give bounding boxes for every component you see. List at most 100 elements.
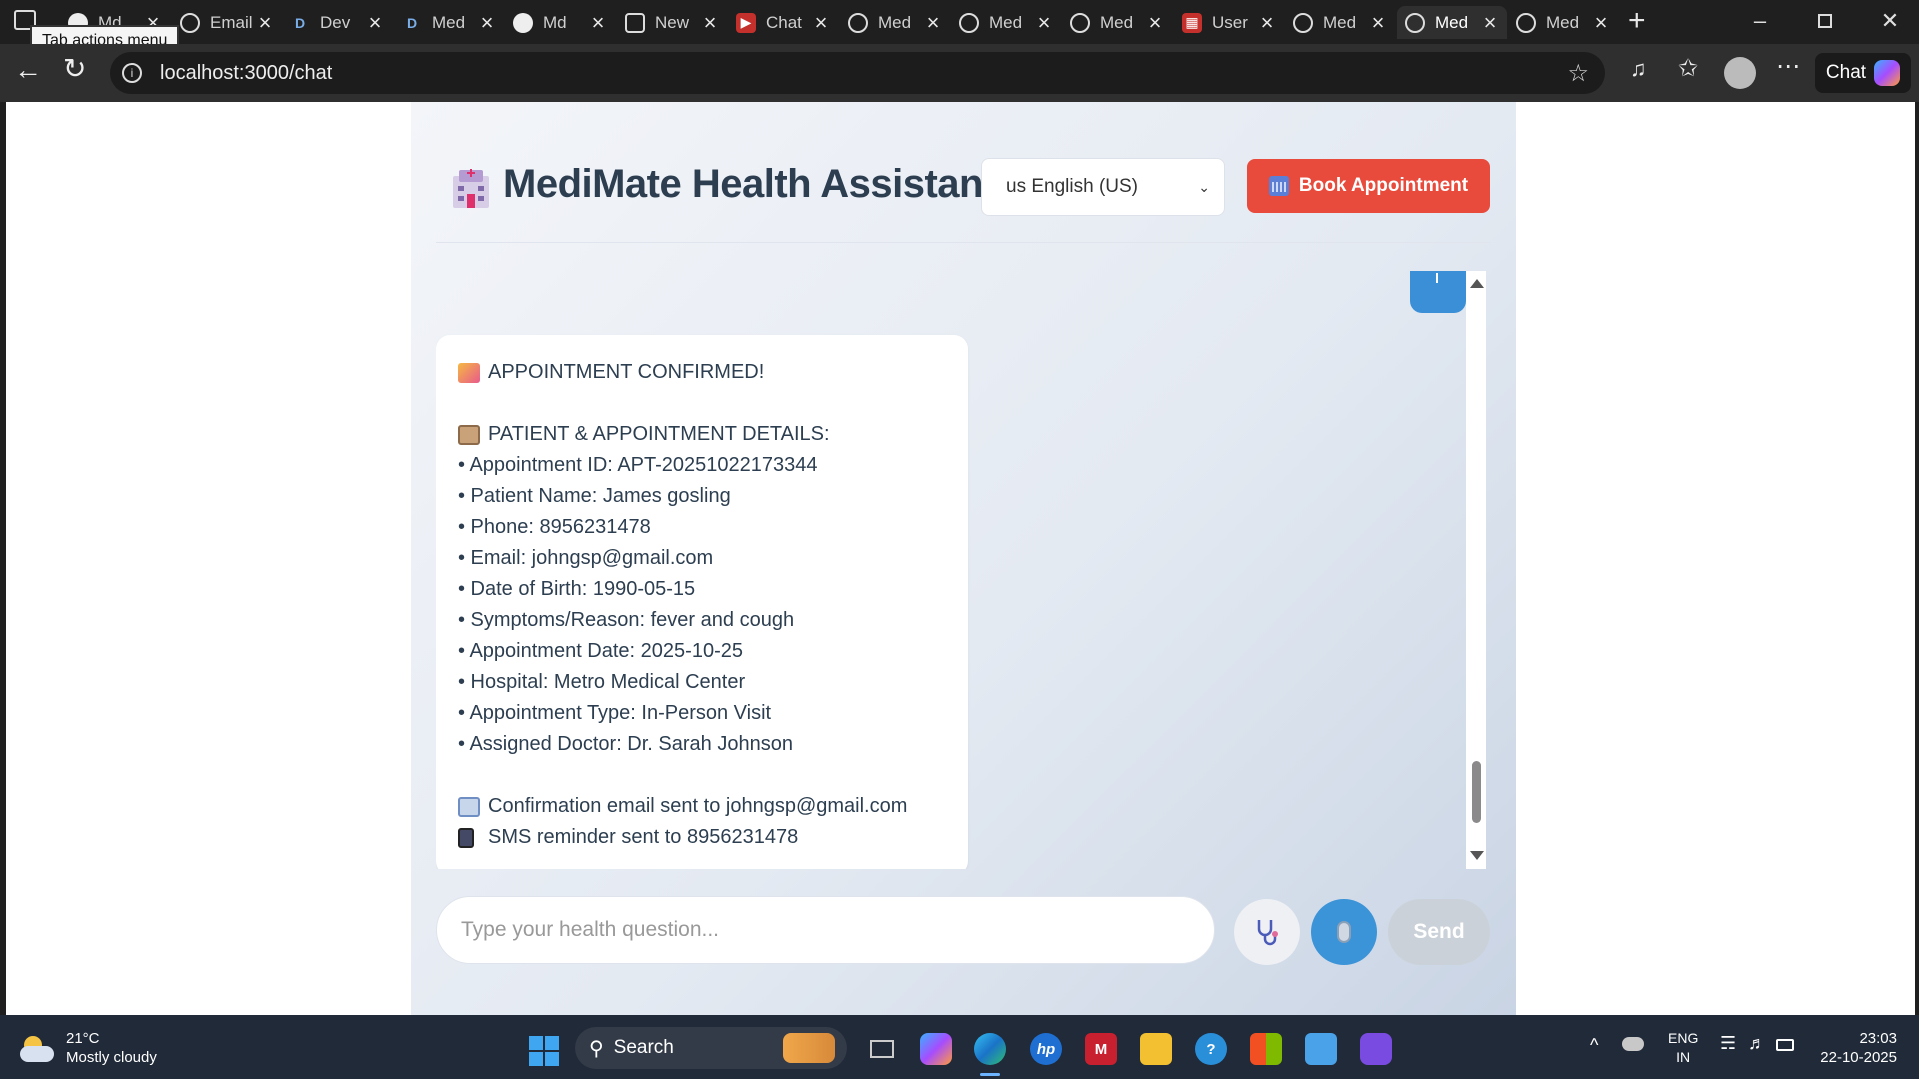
microphone-icon [1337,921,1351,943]
browser-tab[interactable]: D Dev × [282,6,392,39]
copilot-chat-button[interactable]: Chat [1815,53,1911,93]
browser-tab[interactable]: Med × [1062,6,1172,39]
chevron-up-icon[interactable]: ^ [1590,1035,1598,1056]
close-tab-icon[interactable]: × [1481,10,1499,36]
sms-note-line: SMS reminder sent to 8956231478 [458,822,946,853]
globe-icon [1293,12,1313,33]
scroll-up-arrow-icon[interactable] [1470,279,1484,288]
browser-tab[interactable]: Md × [505,6,615,39]
browser-tab[interactable]: D Med × [394,6,504,39]
navigation-bar: ← ↻ i localhost:3000/chat ☆ ♫ ✩ ⋯ Chat [0,44,1919,102]
youtube-icon: ▶ [736,12,756,33]
voice-input-button[interactable] [1311,899,1377,965]
site-info-icon[interactable]: i [122,63,142,83]
browser-tab[interactable]: Med × [1285,6,1395,39]
new-tab-button[interactable]: + [1628,4,1646,38]
url-text[interactable]: localhost:3000/chat [160,62,332,85]
more-menu-icon[interactable]: ⋯ [1776,52,1800,81]
close-tab-icon[interactable]: × [366,10,384,36]
close-tab-icon[interactable]: × [701,10,719,36]
tab-label: Med [1435,12,1469,32]
close-tab-icon[interactable]: × [924,10,942,36]
weather-widget[interactable]: 21°C Mostly cloudy [20,1029,157,1067]
close-tab-icon[interactable]: × [478,10,496,36]
system-tray: ^ ENG IN ☴ ♬ 23:03 22-10-2025 [1580,1015,1919,1079]
browser-tab[interactable]: New × [617,6,727,39]
browser-tab[interactable]: Email × [172,6,282,39]
mcafee-icon[interactable]: M [1085,1033,1117,1065]
edge-browser-icon[interactable] [974,1033,1006,1065]
favorites-icon[interactable]: ✩ [1678,54,1698,83]
send-button[interactable]: Send [1388,899,1490,965]
wifi-icon[interactable]: ☴ [1720,1033,1736,1054]
hp-app-icon[interactable]: hp [1030,1033,1062,1065]
messages-scrollbar[interactable] [1466,271,1486,869]
browser-tab[interactable]: Med × [1508,6,1618,39]
tab-label: Med [1323,12,1357,32]
address-bar[interactable]: i localhost:3000/chat ☆ [110,52,1605,94]
read-aloud-icon[interactable]: ♫ [1630,56,1647,82]
email-note: Confirmation email sent to johngsp@gmail… [488,795,908,817]
favorite-star-icon[interactable]: ☆ [1567,59,1589,88]
browser-tab[interactable]: Med × [1397,6,1507,39]
restore-button[interactable] [1810,8,1840,34]
chat-app: MediMate Health Assistant us English (US… [411,102,1516,1015]
weather-condition: Mostly cloudy [66,1049,157,1066]
battery-icon[interactable] [1776,1039,1794,1051]
system-clock[interactable]: 23:03 22-10-2025 [1820,1029,1897,1067]
browser-tab[interactable]: ▶ Chat × [728,6,838,39]
search-highlight-icon [783,1033,835,1063]
symptom-checker-button[interactable] [1234,899,1300,965]
close-tab-icon[interactable]: × [1369,10,1387,36]
task-view-icon[interactable] [866,1033,898,1065]
browser-tab[interactable]: Med × [951,6,1061,39]
party-popper-icon [458,362,480,383]
onedrive-icon[interactable] [1622,1037,1644,1051]
volume-icon[interactable]: ♬ [1748,1033,1766,1054]
tab-label: Email [210,12,252,32]
microsoft-store-icon[interactable] [1250,1033,1282,1065]
app-icon[interactable] [1360,1033,1392,1065]
windows-start-icon[interactable] [529,1036,559,1066]
tab-label: Med [878,12,912,32]
language-code: ENG [1668,1030,1699,1046]
language-select-value: us English (US) [1006,176,1138,197]
minimize-button[interactable]: – [1745,8,1775,34]
file-explorer-icon[interactable] [1140,1033,1172,1065]
close-tab-icon[interactable]: × [1592,10,1610,36]
user-message-bubble [1410,271,1466,313]
header-divider [436,242,1491,243]
stethoscope-icon [1257,920,1278,946]
profile-avatar[interactable] [1724,57,1756,89]
detail-line: • Appointment ID: APT-20251022173344 [458,454,818,476]
language-indicator[interactable]: ENG IN [1668,1029,1698,1067]
tab-label: Med [1100,12,1134,32]
notepad-icon[interactable] [1305,1033,1337,1065]
taskbar-search[interactable]: ⚲ Search [575,1027,847,1069]
detail-line: • Appointment Date: 2025-10-25 [458,640,743,662]
detail-line: • Patient Name: James gosling [458,485,731,507]
scrollbar-thumb[interactable] [1472,761,1481,823]
message-heading-line: APPOINTMENT CONFIRMED! [458,357,946,388]
region-code: IN [1676,1049,1691,1065]
messages-area[interactable]: APPOINTMENT CONFIRMED! PATIENT & APPOINT… [436,271,1486,869]
browser-tab[interactable]: ▦ User × [1174,6,1284,39]
github-icon [513,12,533,33]
close-tab-icon[interactable]: × [1146,10,1164,36]
copilot-app-icon[interactable] [920,1033,952,1065]
close-tab-icon[interactable]: × [256,10,274,36]
email-icon [458,796,480,817]
close-tab-icon[interactable]: × [589,10,607,36]
scroll-down-arrow-icon[interactable] [1470,851,1484,860]
browser-tab[interactable]: Med × [840,6,950,39]
back-icon[interactable]: ← [14,54,42,86]
close-tab-icon[interactable]: × [1035,10,1053,36]
close-tab-icon[interactable]: × [1258,10,1276,36]
language-select[interactable]: us English (US) ⌄ [981,158,1225,216]
book-appointment-button[interactable]: Book Appointment [1247,159,1490,213]
refresh-icon[interactable]: ↻ [63,52,86,85]
close-tab-icon[interactable]: × [812,10,830,36]
health-question-input[interactable]: Type your health question... [436,896,1215,964]
help-app-icon[interactable]: ? [1195,1033,1227,1065]
close-window-button[interactable]: ✕ [1875,8,1905,34]
